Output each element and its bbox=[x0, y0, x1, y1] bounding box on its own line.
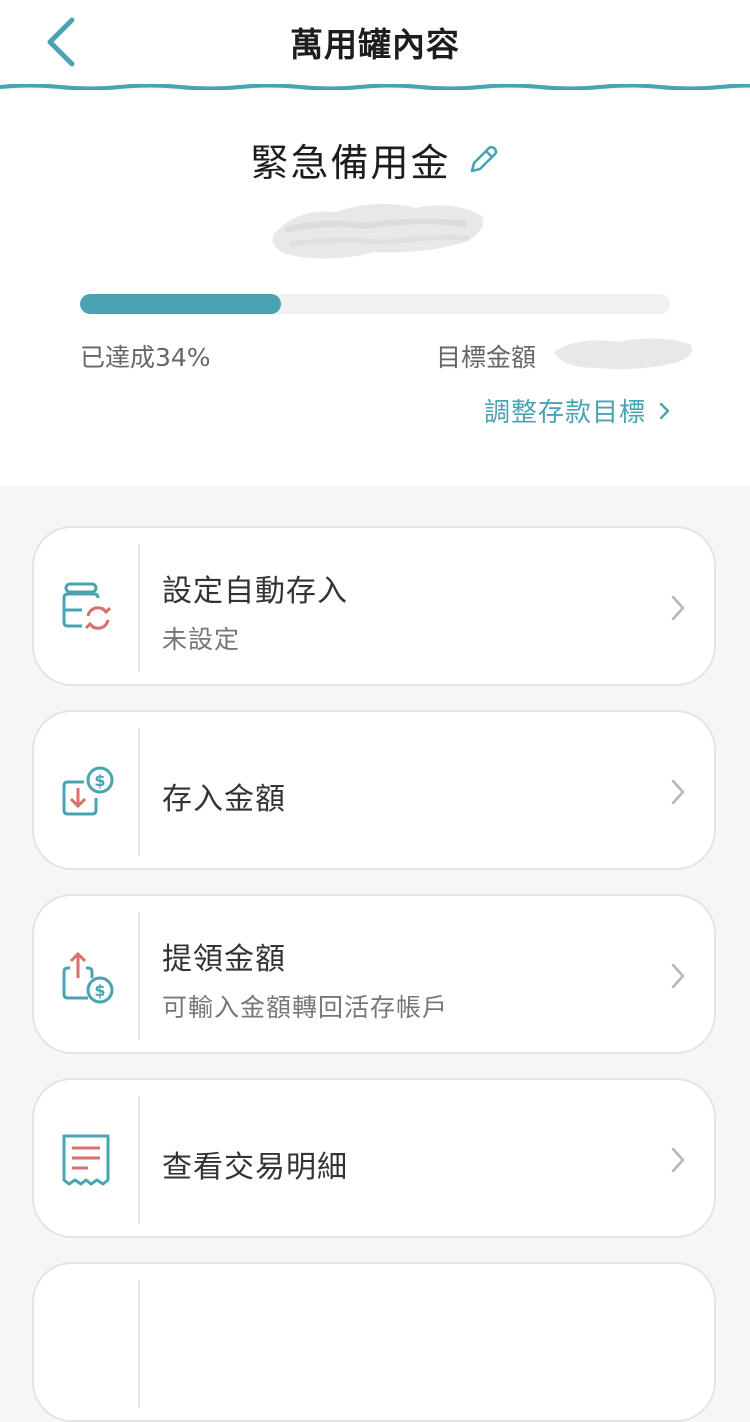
transactions-title: 查看交易明細 bbox=[162, 1150, 348, 1185]
achieved-percent: 已達成34% bbox=[80, 343, 211, 372]
chevron-right-icon bbox=[671, 963, 685, 989]
next-card-icon-cell bbox=[34, 1280, 140, 1408]
withdraw-title: 提領金額 bbox=[162, 942, 286, 977]
withdraw-card[interactable]: $ 提領金額 可輸入金額轉回活存帳戶 bbox=[32, 894, 716, 1054]
page-title: 萬用罐內容 bbox=[290, 25, 460, 64]
edit-name-button[interactable] bbox=[466, 143, 500, 177]
chevron-right-icon bbox=[671, 595, 685, 621]
next-card[interactable] bbox=[32, 1262, 716, 1422]
progress-fill bbox=[80, 294, 281, 314]
masked-target-amount bbox=[554, 338, 693, 370]
header: 萬用罐內容 bbox=[0, 0, 750, 86]
auto-deposit-icon-cell bbox=[34, 544, 140, 672]
deposit-card[interactable]: $ 存入金額 bbox=[32, 710, 716, 870]
transactions-icon-cell bbox=[34, 1096, 140, 1224]
adjust-goal-link[interactable]: 調整存款目標 bbox=[484, 392, 672, 429]
withdraw-icon-cell: $ bbox=[34, 912, 140, 1040]
chevron-right-icon bbox=[659, 402, 670, 419]
jar-name-row: 緊急備用金 bbox=[0, 132, 750, 185]
adjust-goal-label: 調整存款目標 bbox=[483, 398, 646, 428]
auto-deposit-card[interactable]: 設定自動存入 未設定 bbox=[32, 526, 716, 686]
withdraw-description: 可輸入金額轉回活存帳戶 bbox=[162, 993, 449, 1022]
pencil-icon bbox=[470, 145, 497, 172]
receipt-icon bbox=[62, 1134, 110, 1186]
deposit-title: 存入金額 bbox=[162, 782, 286, 817]
deposit-icon: $ bbox=[62, 766, 114, 816]
jar-name: 緊急備用金 bbox=[250, 141, 451, 185]
transactions-card[interactable]: 查看交易明細 bbox=[32, 1078, 716, 1238]
deposit-icon-cell: $ bbox=[34, 728, 140, 856]
auto-deposit-icon bbox=[62, 582, 112, 630]
progress-bar bbox=[80, 294, 670, 314]
chevron-right-icon bbox=[671, 779, 685, 805]
svg-text:$: $ bbox=[94, 771, 105, 790]
auto-deposit-title: 設定自動存入 bbox=[162, 574, 348, 609]
svg-text:$: $ bbox=[94, 981, 105, 1000]
jar-summary: 緊急備用金 已達成34% 目標金額 調整存款目標 bbox=[0, 90, 750, 486]
auto-deposit-status: 未設定 bbox=[162, 625, 241, 654]
withdraw-icon: $ bbox=[62, 951, 114, 1004]
masked-balance bbox=[272, 203, 484, 259]
target-amount-label: 目標金額 bbox=[436, 343, 537, 372]
chevron-right-icon bbox=[671, 1147, 685, 1173]
